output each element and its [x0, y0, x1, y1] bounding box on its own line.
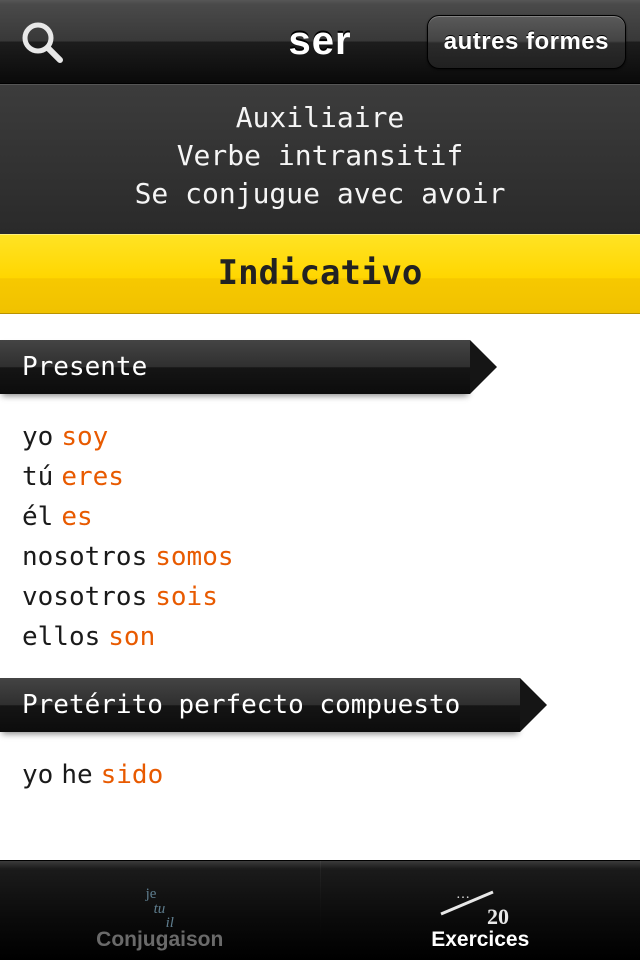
conjugation-row: tú eres	[22, 462, 618, 492]
verb-form: son	[108, 622, 155, 652]
verb-info: Auxiliaire Verbe intransitif Se conjugue…	[0, 84, 640, 234]
pronoun: ellos	[22, 622, 100, 652]
conjugation-row: yo soy	[22, 422, 618, 452]
conjugation-row: ellos son	[22, 622, 618, 652]
mood-label: Indicativo	[218, 253, 423, 293]
pronoun: yo	[22, 760, 53, 790]
verb-info-line: Auxiliaire	[10, 99, 630, 137]
header: ser autres formes	[0, 0, 640, 84]
svg-text:…: …	[456, 887, 470, 902]
conjugation-row: nosotros somos	[22, 542, 618, 572]
tab-bar: je tu il Conjugaison … 20 Exercices	[0, 860, 640, 960]
score-icon: … 20	[435, 882, 525, 928]
conjugation-row: yo he sido	[22, 760, 618, 790]
tab-exercices[interactable]: … 20 Exercices	[321, 861, 640, 960]
verb-form: es	[61, 502, 92, 532]
svg-text:20: 20	[487, 904, 509, 928]
tense-label: Pretérito perfecto compuesto	[0, 678, 520, 732]
verb-form: sois	[155, 582, 218, 612]
auxiliary: he	[61, 760, 92, 790]
other-forms-button[interactable]: autres formes	[427, 15, 626, 69]
tab-label: Exercices	[431, 928, 529, 952]
verb-form: eres	[61, 462, 124, 492]
conjugaison-icon: je tu il	[146, 887, 174, 930]
tense-forms: yo he sido	[0, 732, 640, 816]
pronoun: tú	[22, 462, 53, 492]
search-button[interactable]	[14, 14, 69, 69]
verb-form: soy	[61, 422, 108, 452]
conjugation-row: él es	[22, 502, 618, 532]
conjugation-content[interactable]: Presente yo soy tú eres él es nosotros s…	[0, 314, 640, 860]
verb-form: somos	[155, 542, 233, 572]
tab-conjugaison[interactable]: je tu il Conjugaison	[0, 861, 320, 960]
tense-label: Presente	[0, 340, 470, 394]
pronoun: vosotros	[22, 582, 147, 612]
verb-info-line: Verbe intransitif	[10, 137, 630, 175]
tense-forms: yo soy tú eres él es nosotros somos voso…	[0, 394, 640, 678]
search-icon	[20, 20, 64, 64]
pronoun: él	[22, 502, 53, 532]
verb-form: sido	[101, 760, 164, 790]
pronoun: yo	[22, 422, 53, 452]
tense-header: Presente	[0, 340, 470, 394]
conjugation-row: vosotros sois	[22, 582, 618, 612]
verb-info-line: Se conjugue avec avoir	[10, 175, 630, 213]
mood-header: Indicativo	[0, 234, 640, 314]
tab-label: Conjugaison	[96, 928, 223, 952]
pronoun: nosotros	[22, 542, 147, 572]
tense-header: Pretérito perfecto compuesto	[0, 678, 520, 732]
